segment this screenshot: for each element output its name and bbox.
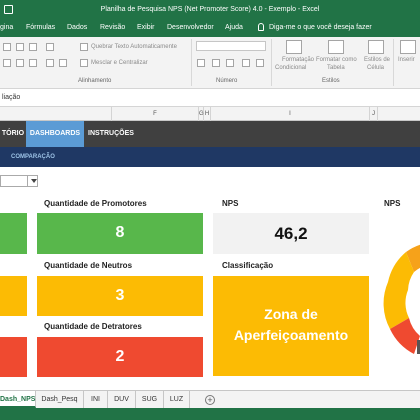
group-divider	[191, 39, 192, 86]
chevron-down-icon[interactable]	[31, 179, 37, 183]
decrease-indent-icon[interactable]	[46, 59, 54, 67]
decrease-decimal-icon[interactable]	[256, 59, 264, 67]
sheet-tab-sug[interactable]: SUG	[136, 391, 164, 408]
align-center-icon[interactable]	[16, 59, 24, 67]
filter-dropdown[interactable]	[0, 175, 38, 187]
formula-bar[interactable]: liação	[0, 89, 420, 107]
ribbon-tabs: gina Fórmulas Dados Revisão Exibir Desen…	[0, 19, 420, 37]
nav-tab-relatorio[interactable]: TÓRIO	[0, 121, 26, 147]
thousands-icon[interactable]	[226, 59, 234, 67]
increase-indent-icon[interactable]	[59, 59, 67, 67]
tab-pagina[interactable]: gina	[0, 19, 13, 37]
nav-tab-dashboards[interactable]: DASHBOARDS	[26, 121, 84, 147]
excel-window: Planilha de Pesquisa NPS (Net Promoter S…	[0, 0, 420, 420]
merge-center-button[interactable]: Mesclar e Centralizar	[91, 60, 148, 66]
neutrals-label: Quantidade de Neutros	[44, 261, 133, 270]
column-header-h[interactable]: H	[204, 107, 211, 121]
add-sheet-icon[interactable]: +	[205, 395, 215, 405]
align-right-icon[interactable]	[29, 59, 37, 67]
sheet-tab-luz[interactable]: LUZ	[164, 391, 190, 408]
tab-revisao[interactable]: Revisão	[100, 19, 125, 37]
detractors-value: 2	[37, 337, 203, 377]
wrap-text-icon[interactable]	[80, 43, 88, 51]
group-label-alignment: Alinhamento	[78, 78, 112, 84]
window-title: Planilha de Pesquisa NPS (Net Promoter S…	[100, 6, 320, 13]
tell-me-search[interactable]: Diga-me o que você deseja fazer	[269, 19, 372, 37]
number-format-select[interactable]	[196, 41, 266, 51]
sheet-tab-ini[interactable]: INI	[84, 391, 108, 408]
classification-line-2: Aperfeiçoamento	[233, 327, 349, 343]
cell-styles-icon[interactable]	[368, 40, 384, 54]
increase-decimal-icon[interactable]	[242, 59, 250, 67]
column-header-j[interactable]: J	[370, 107, 378, 121]
subnav-tab-comparacao[interactable]: COMPARAÇÃO	[11, 147, 55, 167]
column-header-k[interactable]	[378, 107, 420, 121]
sheet-tab-duv[interactable]: DUV	[108, 391, 136, 408]
cell-styles-label-2[interactable]: Célula	[367, 65, 384, 71]
worksheet: TÓRIO DASHBOARDS INSTRUÇÕES COMPARAÇÃO Q…	[0, 121, 420, 390]
nps-label: NPS	[222, 199, 239, 208]
conditional-formatting-label-1[interactable]: Formatação	[282, 57, 314, 63]
classification-line-1: Zona de	[264, 306, 318, 322]
lightbulb-icon	[258, 23, 264, 31]
wrap-text-button[interactable]: Quebrar Texto Automaticamente	[91, 44, 177, 50]
align-left-icon[interactable]	[3, 59, 11, 67]
promoters-label: Quantidade de Promotores	[44, 199, 147, 208]
tab-dados[interactable]: Dados	[67, 19, 87, 37]
format-as-table-icon[interactable]	[328, 40, 344, 54]
tab-desenvolvedor[interactable]: Desenvolvedor	[167, 19, 214, 37]
gauge-segment-yellow	[383, 252, 414, 329]
orientation-icon[interactable]	[46, 43, 54, 51]
tab-ajuda[interactable]: Ajuda	[225, 19, 243, 37]
ribbon: Quebrar Texto Automaticamente Mesclar e …	[0, 37, 420, 89]
format-as-table-label-1[interactable]: Formatar como	[316, 57, 357, 63]
nps-gauge-chart	[383, 244, 420, 354]
align-bottom-icon[interactable]	[29, 43, 37, 51]
formula-content: liação	[2, 94, 21, 101]
cell-styles-label-1[interactable]: Estilos de	[364, 57, 390, 63]
column-header-i[interactable]: I	[211, 107, 370, 121]
nps-value: 46,2	[213, 213, 369, 254]
tile-cropped-red	[0, 337, 27, 377]
sheet-tabs: Dash_NPS Dash_Pesq INI DUV SUG LUZ +	[0, 390, 420, 408]
group-label-styles: Estilos	[322, 78, 340, 84]
classification-label: Classificação	[222, 261, 274, 270]
conditional-formatting-icon[interactable]	[286, 40, 302, 54]
align-middle-icon[interactable]	[16, 43, 24, 51]
sheet-tab-dash-pesq[interactable]: Dash_Pesq	[36, 391, 84, 408]
currency-icon[interactable]	[197, 59, 205, 67]
percent-icon[interactable]	[212, 59, 220, 67]
group-divider	[393, 39, 394, 86]
column-header-e[interactable]	[0, 107, 112, 121]
column-header-f[interactable]: F	[112, 107, 199, 121]
dashboard-nav: TÓRIO DASHBOARDS INSTRUÇÕES	[0, 121, 420, 147]
group-divider	[271, 39, 272, 86]
group-label-number: Número	[216, 78, 238, 84]
insert-cells-icon[interactable]	[400, 40, 416, 54]
insert-cells-button[interactable]: Inserir	[398, 57, 415, 63]
detractors-label: Quantidade de Detratores	[44, 322, 142, 331]
align-top-icon[interactable]	[3, 43, 11, 51]
promoters-value: 8	[37, 213, 203, 254]
tab-formulas[interactable]: Fórmulas	[26, 19, 55, 37]
conditional-formatting-label-2[interactable]: Condicional	[275, 65, 306, 71]
status-bar	[0, 408, 420, 420]
tile-cropped-green	[0, 213, 27, 254]
dashboard-subnav: COMPARAÇÃO	[0, 147, 420, 167]
column-headers: F G H I J	[0, 107, 420, 121]
format-as-table-label-2[interactable]: Tabela	[327, 65, 345, 71]
nav-tab-instrucoes[interactable]: INSTRUÇÕES	[86, 121, 136, 147]
title-bar: Planilha de Pesquisa NPS (Net Promoter S…	[0, 0, 420, 19]
filter-dropdown-field[interactable]	[1, 176, 28, 186]
sheet-tab-dash-nps[interactable]: Dash_NPS	[0, 391, 36, 408]
tab-exibir[interactable]: Exibir	[137, 19, 155, 37]
tile-cropped-yellow	[0, 276, 27, 316]
classification-value: Zona de Aperfeiçoamento	[213, 276, 369, 376]
merge-center-icon[interactable]	[80, 59, 88, 67]
neutrals-value: 3	[37, 276, 203, 316]
